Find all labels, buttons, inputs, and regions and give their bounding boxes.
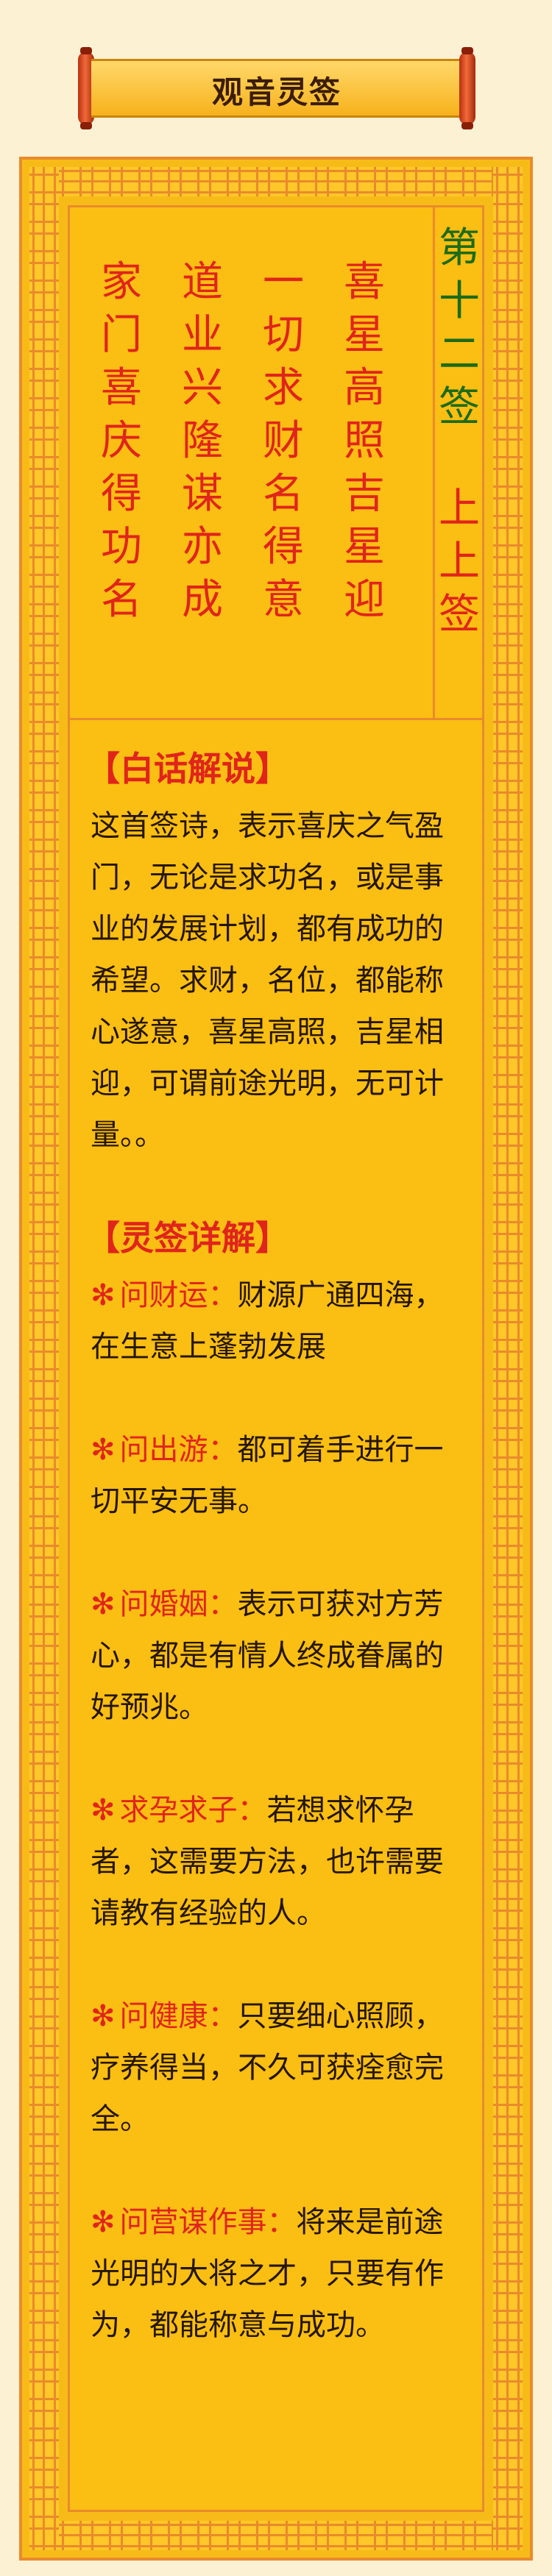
poem-char: 道 — [182, 258, 223, 306]
detail-item-wealth: ✻ 问财运：财源广通四海，在生意上蓬勃发展 — [91, 1270, 461, 1373]
sign-level-char: 上 — [439, 538, 480, 586]
star-icon: ✻ — [91, 1587, 116, 1621]
detail-key: 求孕求子： — [119, 1793, 267, 1827]
detail-key: 问健康： — [119, 1999, 238, 2033]
star-icon: ✻ — [91, 1793, 116, 1827]
poem-char: 名 — [263, 470, 304, 518]
poem-column-2: 道 业 兴 隆 谋 亦 成 — [177, 256, 228, 627]
sign-number-char: 第 — [439, 224, 480, 272]
poem-char: 得 — [263, 523, 304, 571]
border-fret-top — [29, 167, 523, 196]
vernacular-heading: 【白话解说】 — [86, 749, 289, 789]
border-fret-bottom — [29, 2521, 523, 2550]
poem-char: 求 — [263, 364, 304, 412]
poem-char: 门 — [101, 311, 142, 359]
poem-char: 一 — [263, 258, 304, 306]
poem-char: 喜 — [344, 258, 385, 306]
border-fret-right — [493, 167, 523, 2550]
poem-char: 庆 — [101, 417, 142, 465]
poem-char: 切 — [263, 311, 304, 359]
sign-number-char: 二 — [439, 330, 480, 378]
detail-item-pregnancy: ✻ 求孕求子：若想求怀孕者，这需要方法，也许需要请教有经验的人。 — [91, 1785, 461, 1939]
sign-level-char: 签 — [439, 591, 480, 638]
detail-key: 问婚姻： — [119, 1587, 238, 1621]
sign-label: 第 十 二 签 上 上 签 — [436, 222, 482, 641]
sign-number-char: 签 — [439, 383, 480, 431]
card-content: 家 门 喜 庆 得 功 名 道 业 兴 隆 谋 亦 成 一 切 求 财 名 得 … — [68, 205, 484, 2512]
star-icon: ✻ — [91, 2205, 116, 2239]
poem-char: 喜 — [101, 364, 142, 412]
border-fret-left — [29, 167, 59, 2550]
poem-char: 家 — [101, 258, 142, 306]
poem-column-4: 喜 星 高 照 吉 星 迎 — [339, 256, 390, 627]
poem-char: 名 — [101, 576, 142, 624]
detail-key: 问营谋作事： — [119, 2205, 297, 2239]
poem-char: 吉 — [344, 470, 385, 518]
poem-divider — [433, 207, 435, 718]
detail-item-business: ✻ 问营谋作事：将来是前途光明的大将之才，只要有作为，都能称意与成功。 — [91, 2196, 461, 2351]
poem-char: 意 — [263, 576, 304, 624]
detail-item-travel: ✻ 问出游：都可着手进行一切平安无事。 — [91, 1424, 461, 1527]
star-icon: ✻ — [91, 1999, 116, 2033]
poem-char: 谋 — [182, 470, 223, 518]
detail-item-marriage: ✻ 问婚姻：表示可获对方芳心，都是有情人终成眷属的好预兆。 — [91, 1579, 461, 1733]
star-icon: ✻ — [91, 1433, 116, 1467]
poem-char: 得 — [101, 470, 142, 518]
poem-column-1: 家 门 喜 庆 得 功 名 — [96, 256, 147, 627]
poem-char: 亦 — [182, 523, 223, 571]
detail-item-health: ✻ 问健康：只要细心照顾，疗养得当，不久可获痊愈完全。 — [91, 1990, 461, 2145]
poem-char: 成 — [182, 576, 223, 624]
poem-char: 功 — [101, 523, 142, 571]
star-icon: ✻ — [91, 1278, 116, 1312]
poem-char: 财 — [263, 417, 304, 465]
page-title: 观音灵签 — [211, 74, 342, 110]
fortune-card: 家 门 喜 庆 得 功 名 道 业 兴 隆 谋 亦 成 一 切 求 财 名 得 … — [19, 157, 533, 2561]
detail-key: 问财运： — [119, 1278, 238, 1312]
explanation-section: 【白话解说】 这首签诗，表示喜庆之气盈门，无论是求功名，或是事业的发展计划，都有… — [86, 743, 461, 2402]
detail-key: 问出游： — [119, 1433, 238, 1467]
poem-char: 迎 — [344, 576, 385, 624]
poem-char: 高 — [344, 364, 385, 412]
poem-char: 照 — [344, 417, 385, 465]
title-scroll: 观音灵签 — [78, 47, 475, 129]
details-heading: 【灵签详解】 — [86, 1218, 289, 1258]
poem-char: 星 — [344, 523, 385, 571]
vernacular-text: 这首签诗，表示喜庆之气盈门，无论是求功名，或是事业的发展计划，都有成功的希望。求… — [91, 809, 444, 1152]
poem-char: 兴 — [182, 364, 223, 412]
poem-section: 家 门 喜 庆 得 功 名 道 业 兴 隆 谋 亦 成 一 切 求 财 名 得 … — [70, 207, 482, 720]
poem-column-3: 一 切 求 财 名 得 意 — [258, 256, 309, 627]
poem-char: 业 — [182, 311, 223, 359]
sign-number-char: 十 — [439, 277, 480, 325]
sign-level: 上 上 签 — [436, 483, 482, 641]
poem-char: 星 — [344, 311, 385, 359]
sign-level-char: 上 — [439, 485, 480, 533]
sign-number: 第 十 二 签 — [436, 222, 482, 434]
poem-char: 隆 — [182, 417, 223, 465]
